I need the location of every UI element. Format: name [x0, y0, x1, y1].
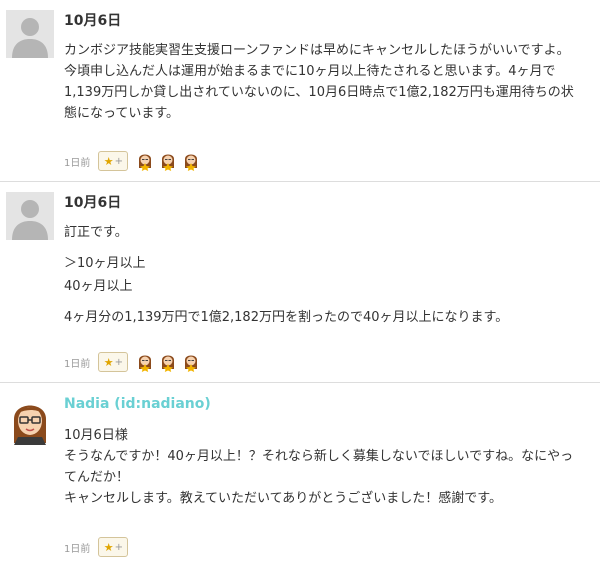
- star-user-avatar-icon[interactable]: [136, 151, 154, 171]
- comment-text: 訂正です。 ＞10ヶ月以上 40ヶ月以上 4ヶ月分の1,139万円で1億2,18…: [64, 222, 582, 328]
- comment-meta: 1日前 ★ +: [64, 537, 129, 557]
- comment-paragraph: 4ヶ月分の1,139万円で1億2,182万円を割ったので40ヶ月以上になります。: [64, 310, 509, 325]
- star-user-avatar-icon[interactable]: [182, 352, 200, 372]
- default-avatar-icon[interactable]: [6, 192, 54, 240]
- star-user-avatar-icon[interactable]: [159, 151, 177, 171]
- default-avatar-icon[interactable]: [6, 10, 54, 58]
- star-icon: ★: [103, 540, 114, 554]
- add-star-button[interactable]: ★ +: [98, 352, 129, 372]
- comment-paragraph: キャンセルします。教えていただいてありがとうございました！感謝です。: [64, 491, 502, 506]
- comment-author: 10月6日: [64, 195, 122, 211]
- add-star-button[interactable]: ★ +: [98, 151, 129, 171]
- comment-text: カンボジア技能実習生支援ローンファンドは早めにキャンセルしたほうがいいですよ。今…: [64, 40, 582, 124]
- plus-icon: +: [114, 356, 123, 368]
- comment-item: 10月6日 カンボジア技能実習生支援ローンファンドは早めにキャンセルしたほうがい…: [0, 0, 600, 182]
- comment-paragraph: 40ヶ月以上: [64, 279, 133, 294]
- comment-paragraph: 訂正です。: [64, 225, 128, 240]
- plus-icon: +: [114, 155, 123, 167]
- timestamp: 1日前: [64, 543, 91, 555]
- user-avatar-icon[interactable]: [6, 397, 54, 445]
- comment-text: 10月6日様 そうなんですか！40ヶ月以上！？それなら新しく募集しないでほしいで…: [64, 425, 582, 509]
- timestamp: 1日前: [64, 358, 91, 370]
- comment-meta: 1日前 ★ +: [64, 352, 200, 372]
- add-star-button[interactable]: ★ +: [98, 537, 129, 557]
- comment-paragraph: カンボジア技能実習生支援ローンファンドは早めにキャンセルしたほうがいいですよ。今…: [64, 43, 574, 121]
- comment-meta: 1日前 ★ +: [64, 151, 200, 171]
- comment-paragraph: 10月6日様: [64, 428, 128, 443]
- comment-author-link[interactable]: Nadia (id:nadiano): [64, 393, 582, 415]
- timestamp: 1日前: [64, 157, 91, 169]
- star-list: [136, 352, 200, 372]
- comment-item: 10月6日 訂正です。 ＞10ヶ月以上 40ヶ月以上 4ヶ月分の1,139万円で…: [0, 182, 600, 383]
- comment-item: Nadia (id:nadiano) 10月6日様 そうなんですか！40ヶ月以上…: [0, 383, 600, 567]
- star-icon: ★: [103, 355, 114, 369]
- plus-icon: +: [114, 541, 123, 553]
- star-user-avatar-icon[interactable]: [136, 352, 154, 372]
- star-user-avatar-icon[interactable]: [159, 352, 177, 372]
- comment-author: 10月6日: [64, 13, 122, 29]
- comment-paragraph: ＞10ヶ月以上: [64, 256, 146, 271]
- star-user-avatar-icon[interactable]: [182, 151, 200, 171]
- star-list: [136, 151, 200, 171]
- star-icon: ★: [103, 154, 114, 168]
- comment-paragraph: そうなんですか！40ヶ月以上！？それなら新しく募集しないでほしいですね。なにやっ…: [64, 449, 574, 485]
